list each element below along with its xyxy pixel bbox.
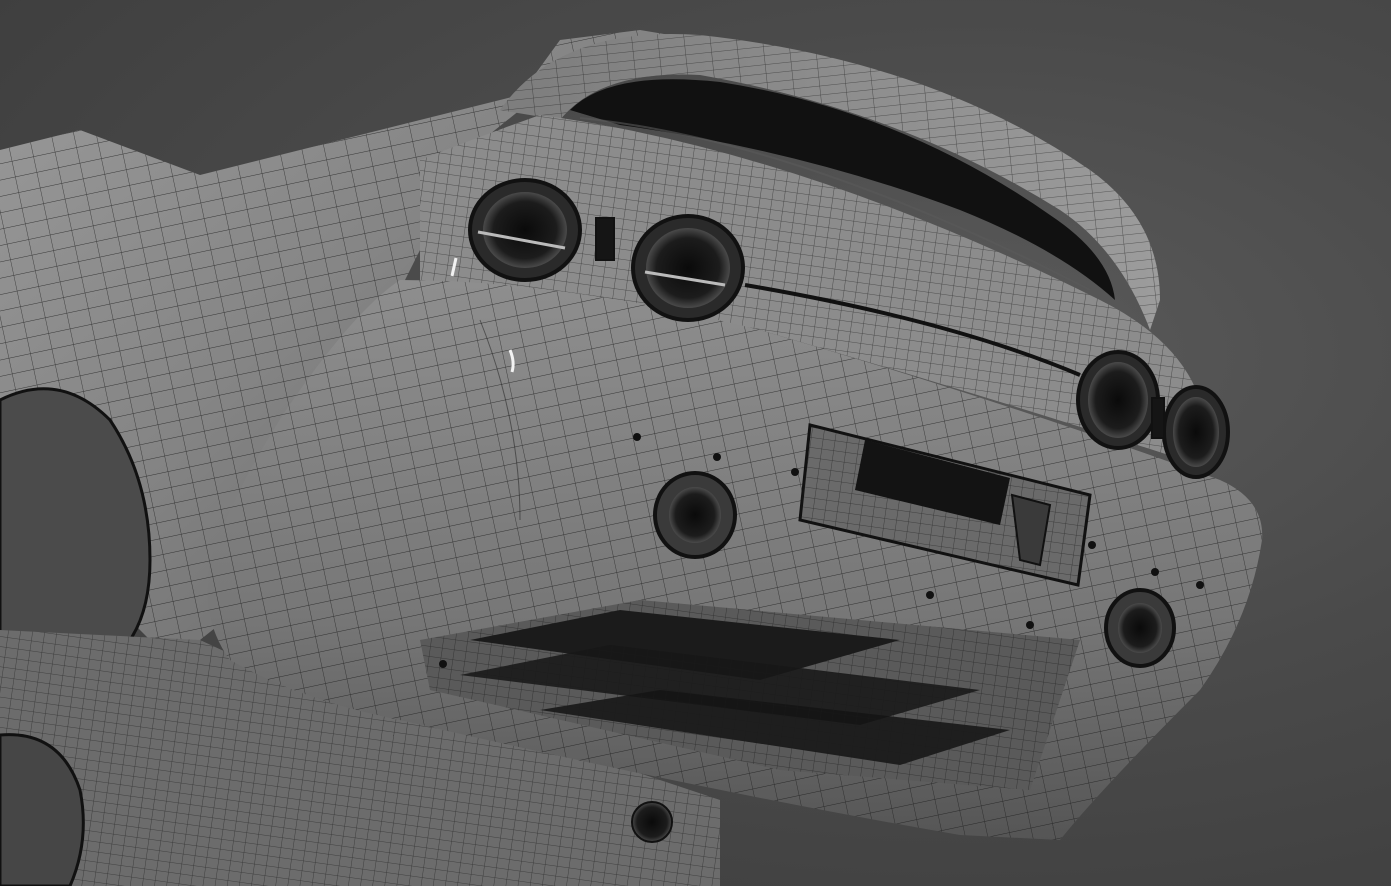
right-tail-light-inner bbox=[1162, 385, 1230, 479]
car-mesh-render bbox=[0, 30, 1263, 886]
left-tail-light-outer bbox=[468, 178, 582, 282]
left-exhaust bbox=[653, 471, 737, 559]
3d-viewport[interactable] bbox=[0, 0, 1391, 886]
reverse-light-right bbox=[1151, 397, 1165, 439]
right-exhaust bbox=[1104, 588, 1176, 668]
reverse-light-left bbox=[595, 217, 615, 261]
left-tail-light-inner bbox=[631, 214, 745, 322]
tow-eye-hole bbox=[631, 801, 673, 843]
right-tail-light-outer bbox=[1076, 350, 1160, 450]
